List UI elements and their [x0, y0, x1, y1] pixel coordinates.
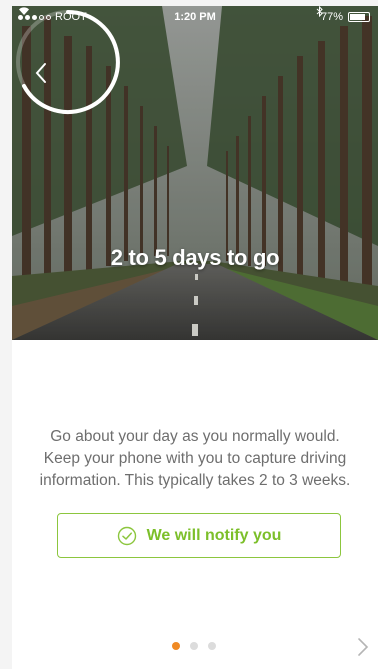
page-dot-3[interactable] [208, 642, 216, 650]
instructions-text: Go about your day as you normally would.… [39, 428, 351, 489]
page-dot-1[interactable] [172, 642, 180, 650]
page-dot-2[interactable] [190, 642, 198, 650]
forest-road-image: ROOT 1:20 PM 77% 2 to 5 days to go [12, 6, 378, 340]
chevron-right-icon [358, 638, 369, 656]
days-remaining-label: 2 to 5 days to go [110, 245, 280, 270]
check-circle-icon [117, 526, 136, 545]
page-indicator [172, 642, 216, 650]
progress-ring-icon [16, 10, 120, 114]
battery-percent: 77% [320, 11, 343, 23]
next-button[interactable] [352, 634, 374, 660]
notify-button[interactable]: We will notify you [57, 513, 341, 558]
onboarding-screen: ROOT 1:20 PM 77% 2 to 5 days to go Go ab… [12, 6, 378, 669]
status-right: 77% [316, 6, 370, 28]
battery-icon [348, 12, 370, 22]
notify-button-label: We will notify you [146, 526, 282, 544]
